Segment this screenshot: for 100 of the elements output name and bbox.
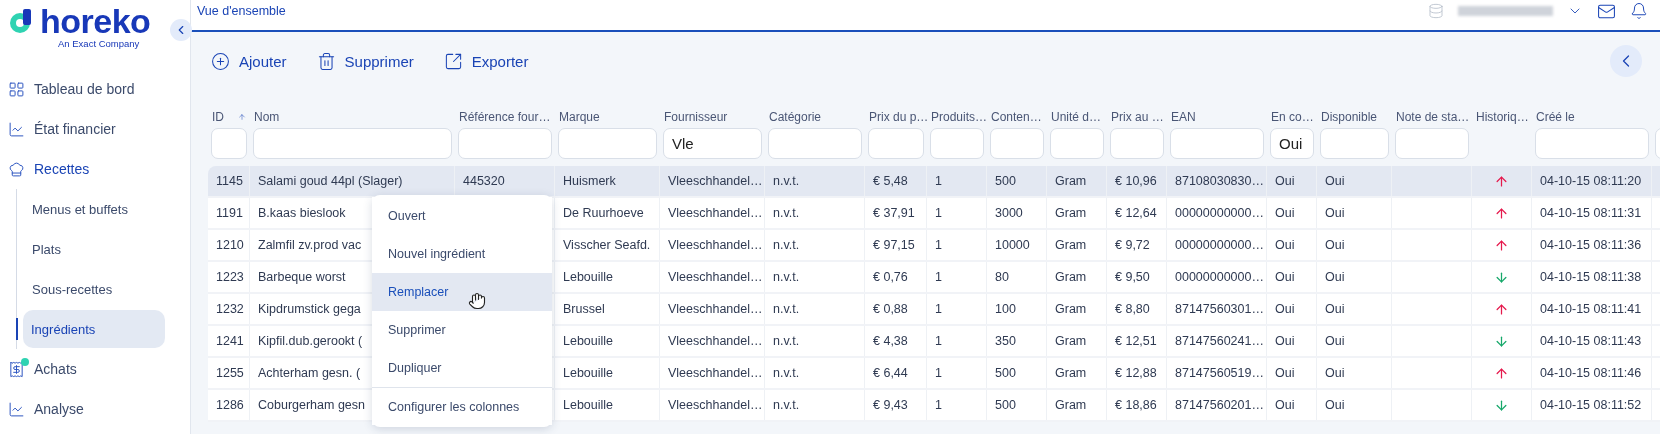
toolbar-button[interactable]: Exporter [443,51,529,71]
nav-subitem[interactable]: Ingrédients [23,310,165,348]
logo-icon [8,7,34,35]
column-header[interactable]: Disponible [1321,109,1378,124]
column-header[interactable]: Catégorie [769,109,822,124]
filter-field[interactable] [1170,128,1264,159]
cell-text: 87147560301… [1175,302,1264,316]
cell-text: 100 [995,302,1016,316]
cell-text: Gram [1055,366,1087,380]
cell-text: 1 [935,270,942,284]
filter-field[interactable] [558,128,657,159]
cell-text: Gram [1055,238,1087,252]
cell-text: n.v.t. [773,334,800,348]
filter-field[interactable] [1110,128,1164,159]
cell-text: Oui [1275,398,1295,412]
column-header[interactable]: Créé le [1536,109,1575,124]
column-header[interactable]: Prix du p… [869,109,929,124]
nav-item[interactable]: État financier [8,109,190,149]
cell-text: Oui [1325,302,1345,316]
toolbar-button[interactable]: Supprimer [316,51,414,71]
cell-text: Vleeschhandel… [668,238,763,252]
nav-item[interactable]: Achats [8,349,190,389]
column-header[interactable]: ID [212,109,224,124]
cell-text: 00000000000… [1175,270,1264,284]
cell-text: Vleeschhandel… [668,270,763,284]
chart-icon [8,400,25,418]
cell-text: 00000000000… [1175,206,1264,220]
toolbar-button[interactable]: Ajouter [211,51,287,71]
filter-field[interactable] [990,128,1044,159]
nav-item[interactable]: Tableau de bord [8,69,190,109]
hand-cursor-icon [468,292,486,310]
cell-text: 350 [995,334,1016,348]
menu-item[interactable]: Ouvert [372,197,552,235]
column-header[interactable]: Historiq… [1476,109,1529,124]
filter-field[interactable]: Vle [663,128,762,159]
cell-text: Oui [1325,270,1345,284]
menu-item[interactable]: Configurer les colonnes [372,387,552,425]
cell-text: Brussel [563,302,605,316]
tagline: An Exact Company [58,38,140,49]
table-row[interactable]: 1145 Salami goud 44pl (Slager) 445320 Huismerk Vleeschhandel… n.v.t. € 5,48 1 500 Gram € 10,96 87108030830… Oui Oui 04-10-15 08:11:20 [208,166,1660,198]
nav-subitem[interactable]: Menus et buffets [17,190,159,228]
menu-item[interactable]: Dupliquer [372,349,552,387]
cell-text: 04-10-15 08:11:36 [1540,238,1642,252]
nav-subitem[interactable]: Plats [17,230,159,268]
cell-text: Vleeschhandel… [668,302,763,316]
selection-indicator [16,318,18,340]
filter-field[interactable] [868,128,924,159]
menu-item[interactable]: Supprimer [372,311,552,349]
column-header[interactable]: Référence four… [459,109,551,124]
cell-text: Oui [1275,302,1295,316]
cell-text: 04-10-15 08:11:52 [1540,398,1642,412]
cell-text: 00000000000… [1175,238,1264,252]
filter-field[interactable] [1050,128,1104,159]
cell-text: Barbeque worst [258,270,346,284]
cell-text: n.v.t. [773,174,800,188]
cell-text: € 9,50 [1115,270,1150,284]
column-header[interactable]: Conten… [991,109,1042,124]
cell-text: € 10,96 [1115,174,1157,188]
column-header[interactable]: Unité d… [1051,109,1102,124]
chef-hat-icon [8,160,25,178]
column-header[interactable]: Produits… [931,109,988,124]
grid-icon [8,80,25,98]
cell-text: € 9,72 [1115,238,1150,252]
column-header[interactable]: Marque [559,109,600,124]
menu-item[interactable]: Nouvel ingrédient [372,235,552,273]
nav-item[interactable]: Recettes [8,149,190,189]
filter-field[interactable] [253,128,452,159]
cell-text: n.v.t. [773,302,800,316]
filter-field[interactable] [211,128,247,159]
cell-text: Vleeschhandel… [668,174,763,188]
column-header[interactable]: Fournisseur [664,109,728,124]
nav-subitem[interactable]: Sous-recettes [17,270,159,308]
menu-item[interactable]: Remplacer [372,273,552,311]
filter-field[interactable] [1395,128,1469,159]
filter-field[interactable] [930,128,984,159]
column-header[interactable]: Nom [254,109,280,124]
filter-field[interactable]: Oui [1270,128,1314,159]
export-icon [443,51,463,71]
cell-text: Oui [1325,174,1345,188]
cell-text: 04-10-15 08:11:43 [1540,334,1642,348]
column-header[interactable]: Note de sta… [1396,109,1470,124]
cell-text: € 8,80 [1115,302,1150,316]
filter-field[interactable] [1535,128,1649,159]
cell-text: De Ruurhoeve [563,206,644,220]
cell-text: Oui [1325,238,1345,252]
breadcrumb-link[interactable]: Vue d'ensemble [197,4,286,18]
column-header[interactable]: En co… [1271,109,1314,124]
column-header[interactable]: EAN [1171,109,1196,124]
cell-text: Gram [1055,398,1087,412]
notification-icon[interactable] [1630,2,1648,20]
filter-field[interactable] [768,128,862,159]
cell-text: 500 [995,366,1016,380]
cell-text: Achterham gesn. ( [258,366,361,380]
nav-item[interactable]: Analyse [8,389,190,429]
panel-toggle-button[interactable] [1610,45,1642,77]
column-header[interactable]: Prix au … [1111,109,1164,124]
cell-text: 1191 [216,206,243,220]
cell-text: 1 [935,206,942,220]
filter-field[interactable] [1320,128,1389,159]
filter-field[interactable] [458,128,552,159]
